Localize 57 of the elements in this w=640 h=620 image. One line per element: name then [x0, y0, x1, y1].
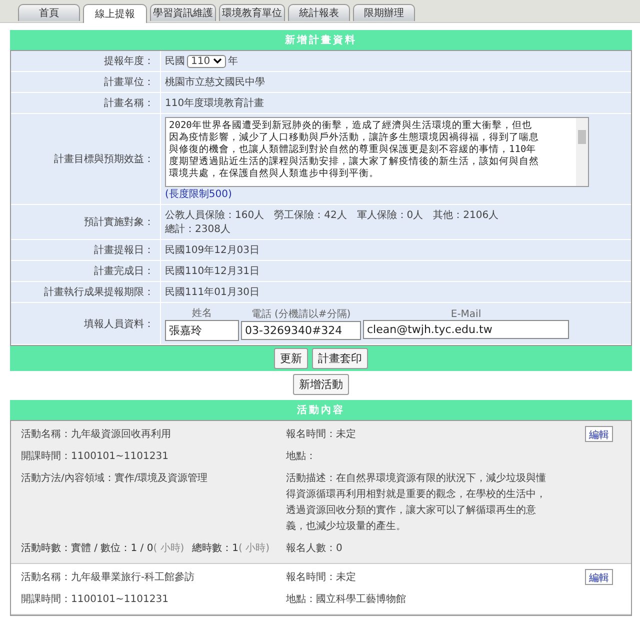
activity-field: 開課時間：1100101~1101231 — [21, 592, 286, 608]
field-label: 計畫完成日： — [11, 261, 161, 282]
nav-tab[interactable]: 統計報表 — [288, 4, 350, 21]
form-button[interactable]: 更新 — [274, 348, 308, 369]
activity-field: 活動名稱：九年級資源回收再利用 — [21, 427, 286, 443]
activity-field: 活動描述：在自然界環境資源有限的狀況下，減少垃圾與懂得資源循環再利用相對就是重要的觀念，在學校的生活中，透過資源回收分類的實作，讓大家可以了解循環再生的意義，也減少垃圾量的產生。 — [286, 471, 551, 535]
length-limit-note: (長度限制500) — [165, 188, 233, 201]
hours-unit: ( 小時) — [238, 542, 270, 556]
field-caption: E-Mail — [450, 308, 482, 320]
signup-count: 報名人數：0 — [286, 542, 344, 556]
field-label: 計畫目標與預期效益： — [11, 114, 161, 205]
field-caption: 電話 (分機請以#分隔) — [251, 308, 351, 321]
input-field[interactable]: clean@twjh.tyc.edu.tw — [363, 320, 569, 338]
activity-field: 地點：國立科學工藝博物館 — [286, 592, 551, 608]
edit-button[interactable]: 編輯 — [585, 426, 613, 442]
year-select[interactable]: 110 — [187, 54, 226, 68]
nav-tab[interactable]: 首頁 — [18, 4, 80, 21]
field-value: 民國110年12月31日 — [165, 265, 261, 278]
activity-field: 活動方法/內容領域：實作/環境及資源管理 — [21, 471, 286, 535]
form-button[interactable]: 計畫套印 — [312, 348, 368, 369]
form-title: 新增計畫資料 — [10, 30, 632, 50]
field-value: 民國109年12月03日 — [165, 244, 261, 257]
activity-field: 報名時間：未定 — [286, 427, 551, 443]
nav-tab[interactable]: 學習資訊維護 — [150, 4, 216, 21]
edit-button[interactable]: 編輯 — [585, 569, 613, 585]
input-field[interactable]: 張嘉玲 — [165, 320, 239, 341]
field-label: 提報年度： — [11, 51, 161, 72]
activity-field: 開課時間：1100101~1101231 — [21, 449, 286, 465]
scrollbar[interactable] — [576, 118, 588, 186]
add-activity-button[interactable]: 新增活動 — [293, 374, 349, 395]
hours-value: 活動時數：實體 / 數位：1 / 0 — [21, 542, 154, 556]
objective-textarea[interactable]: 2020年世界各國遭受到新冠肺炎的衝擊，造成了經濟與生活環境的重大衝擊，但也 因為疫情影響，減少了人口移動與戶外活動，讓許多生態環境因禍得福，得到了喘息 與修復的機會，也讓人類體認到對於自然的尊重與保護更是刻不容緩的事情，110年 度期望透過貼近生活的課程與活動安排，讓大家了解疫情後的新生活，該如何與自然 環境共處，在保護自然與人類進步中得到平衡。 — [165, 117, 589, 187]
nav-tab[interactable]: 線上提報 — [83, 4, 147, 23]
year-prefix: 民國 — [165, 55, 185, 68]
field-label: 計畫單位： — [11, 72, 161, 93]
target-text: 總計：2308人 — [165, 222, 232, 236]
nav-tab[interactable]: 環境教育單位 — [219, 4, 285, 21]
field-label: 預計實施對象： — [11, 205, 161, 240]
field-label: 計畫名稱： — [11, 93, 161, 114]
field-value: 桃園市立慈文國民中學 — [165, 76, 266, 89]
field-caption: 姓名 — [192, 307, 212, 320]
field-label: 填報人員資料： — [11, 303, 161, 345]
nav-tab[interactable]: 限期辦理 — [353, 4, 415, 21]
field-value: 110年度環境教育計畫 — [165, 96, 266, 110]
caret-icon — [213, 58, 222, 64]
target-text: 公教人員保險：160人 勞工保險：42人 軍人保險：0人 其他：2106人 — [165, 208, 500, 222]
field-value: 民國111年01月30日 — [165, 286, 261, 299]
activity-field: 地點： — [286, 449, 551, 465]
activities-title: 活動內容 — [10, 400, 632, 420]
input-field[interactable]: 03-3269340#324 — [241, 321, 361, 340]
field-label: 計畫提報日： — [11, 240, 161, 261]
activity-field: 活動名稱：九年級畢業旅行-科工館參訪 — [21, 570, 286, 586]
field-label: 計畫執行成果提報期限： — [11, 282, 161, 303]
hours-unit: ( 小時) — [153, 542, 184, 556]
year-suffix: 年 — [228, 55, 238, 68]
hours-value: 總時數：1 — [192, 542, 239, 556]
activity-field: 報名時間：未定 — [286, 570, 551, 586]
